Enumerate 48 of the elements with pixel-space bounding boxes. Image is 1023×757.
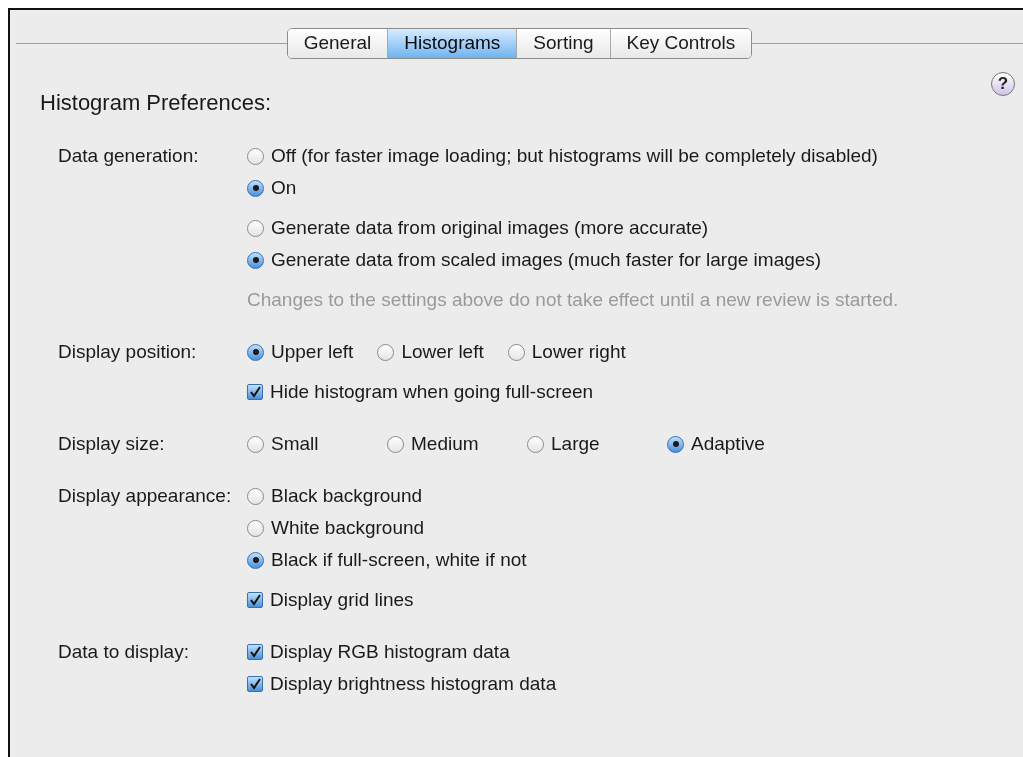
option-label: Display grid lines xyxy=(270,587,414,612)
option-label: Large xyxy=(551,431,600,456)
checkbox[interactable] xyxy=(247,384,263,400)
option-label: Black if full-screen, white if not xyxy=(271,547,527,572)
setting-label: Display size: xyxy=(58,431,165,456)
option-label: Upper left xyxy=(271,339,354,364)
option-label: Hide histogram when going full-screen xyxy=(270,379,594,404)
section-title: Histogram Preferences: xyxy=(40,90,273,116)
radio-button[interactable] xyxy=(247,343,264,361)
radio-button[interactable] xyxy=(247,219,264,237)
option-label: Generate data from original images (more accurate) xyxy=(271,215,709,240)
option-label: Display RGB histogram data xyxy=(270,639,510,664)
option-label: Off (for faster image loading; but histograms will be completely disabled) xyxy=(271,143,878,168)
option-label: Black background xyxy=(271,483,423,508)
option-label: Medium xyxy=(411,431,479,456)
tab[interactable]: Sorting xyxy=(516,29,610,58)
note-text: Changes to the settings above do not take effect until a new review is started. xyxy=(247,287,899,312)
radio-button[interactable] xyxy=(377,343,395,361)
tab[interactable]: General xyxy=(287,29,388,58)
option-label: Lower left xyxy=(401,339,484,364)
radio-button[interactable] xyxy=(247,147,264,165)
setting-label: Display position: xyxy=(58,339,197,364)
tab[interactable]: Histograms xyxy=(387,29,517,58)
help-button[interactable]: ? xyxy=(991,72,1015,96)
radio-button[interactable] xyxy=(247,251,264,269)
radio-button[interactable] xyxy=(387,435,404,453)
setting-label: Display appearance: xyxy=(58,483,232,508)
radio-button[interactable] xyxy=(667,435,684,453)
option-label: Adaptive xyxy=(691,431,765,456)
option-label: Generate data from scaled images (much faster for large images) xyxy=(271,247,822,272)
checkbox[interactable] xyxy=(247,644,263,660)
checkbox[interactable] xyxy=(247,676,263,692)
tab[interactable]: Key Controls xyxy=(609,29,752,58)
setting-label: Data generation: xyxy=(58,143,199,168)
radio-button[interactable] xyxy=(507,343,525,361)
option-label: Small xyxy=(271,431,319,456)
setting-label: Data to display: xyxy=(58,639,189,664)
radio-button[interactable] xyxy=(247,487,264,505)
radio-button[interactable] xyxy=(247,179,264,197)
radio-button[interactable] xyxy=(527,435,544,453)
checkbox[interactable] xyxy=(247,592,263,608)
radio-button[interactable] xyxy=(247,435,264,453)
radio-button[interactable] xyxy=(247,551,264,569)
radio-button[interactable] xyxy=(247,519,264,537)
option-label: Display brightness histogram data xyxy=(270,671,557,696)
option-label: White background xyxy=(271,515,425,540)
option-label: Lower right xyxy=(531,339,626,364)
option-label: On xyxy=(271,175,297,200)
